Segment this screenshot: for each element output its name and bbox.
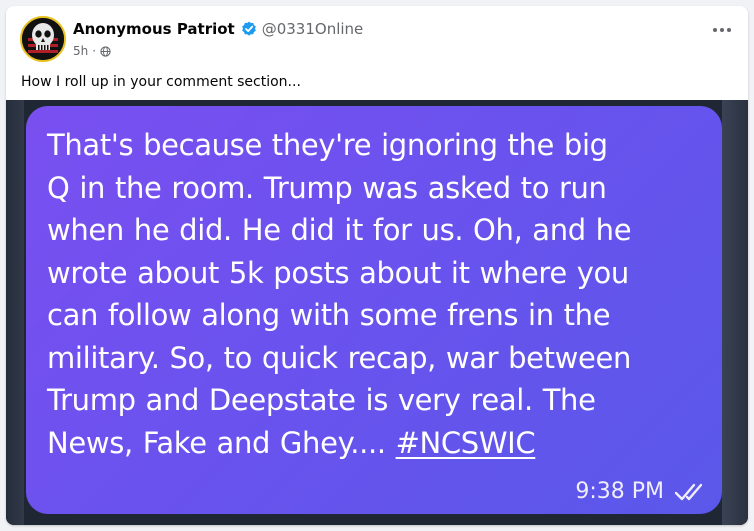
message-line: That's because they're ignoring the big	[47, 128, 608, 162]
author-handle[interactable]: @0331Online	[262, 20, 364, 38]
meta-separator: ·	[92, 44, 97, 58]
chat-bubble: That's because they're ignoring the big …	[26, 106, 722, 514]
image-background-right	[722, 100, 748, 525]
author-row: Anonymous Patriot @0331Online	[73, 20, 363, 38]
more-horizontal-icon	[713, 28, 717, 32]
image-background-left	[6, 100, 24, 525]
post-image[interactable]: That's because they're ignoring the big …	[6, 100, 748, 525]
more-options-button[interactable]	[710, 20, 734, 40]
message-line: Q in the room. Trump was asked to run	[47, 170, 607, 205]
message-line: News, Fake and Ghey....	[47, 425, 396, 460]
avatar[interactable]	[20, 16, 66, 62]
post-caption: How I roll up in your comment section...	[21, 74, 301, 90]
message-line: military. So, to quick recap, war betwee…	[47, 340, 632, 375]
post-header: Anonymous Patriot @0331Online 5h ·	[6, 6, 748, 70]
message-line: wrote about 5k posts about it where you	[47, 255, 629, 290]
post-card: Anonymous Patriot @0331Online 5h · How I…	[6, 6, 748, 525]
post-meta: 5h ·	[73, 44, 111, 58]
author-name[interactable]: Anonymous Patriot	[73, 20, 235, 38]
skull-flag-avatar-image	[22, 18, 64, 60]
message-line: when he did. He did it for us. Oh, and h…	[47, 213, 632, 247]
post-time[interactable]: 5h	[73, 44, 88, 58]
message-status: 9:38 PM	[575, 479, 708, 504]
message-line: Trump and Deepstate is very real. The	[47, 383, 596, 417]
message-line: can follow along with some frens in the	[47, 298, 611, 332]
verified-badge-icon	[241, 21, 256, 36]
hashtag: #NCSWIC	[395, 425, 536, 460]
message-timestamp: 9:38 PM	[575, 479, 664, 504]
chat-message-text: That's because they're ignoring the big …	[47, 124, 707, 464]
double-check-icon	[674, 483, 703, 500]
message-line-last: News, Fake and Ghey.... #NCSWIC	[47, 422, 707, 465]
globe-icon[interactable]	[100, 45, 111, 57]
